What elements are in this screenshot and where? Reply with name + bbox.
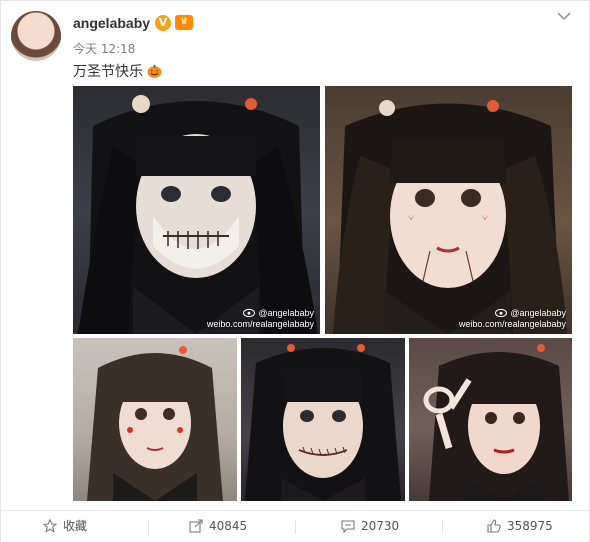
- photo-doll-makeup-image: [333, 100, 567, 334]
- watermark-handle: @angelababy: [258, 308, 314, 318]
- divider: [148, 520, 149, 534]
- watermark-url: weibo.com/realangelababy: [458, 319, 566, 329]
- favorite-label: 收藏: [63, 519, 88, 533]
- watermark-url: weibo.com/realangelababy: [206, 319, 314, 329]
- post-action-bar: 收藏 40845 20730 358975: [1, 510, 589, 542]
- username-link[interactable]: angelababy: [73, 15, 150, 31]
- photo-peace-sign-image: [423, 344, 569, 501]
- repost-button[interactable]: 40845: [189, 511, 247, 542]
- like-count: 358975: [507, 519, 553, 533]
- post-text: 万圣节快乐: [73, 61, 162, 81]
- comment-icon: [341, 520, 355, 533]
- chevron-down-icon[interactable]: [555, 9, 573, 23]
- star-icon: [43, 519, 57, 533]
- like-button[interactable]: 358975: [487, 511, 553, 542]
- divider: [442, 520, 443, 534]
- post-timestamp[interactable]: 今天 12:18: [73, 40, 135, 57]
- thumbs-up-icon: [487, 519, 501, 533]
- verified-v-icon[interactable]: V: [155, 15, 171, 31]
- weibo-logo-icon: [243, 308, 256, 317]
- watermark-handle: @angelababy: [510, 308, 566, 318]
- photo-skull-makeup[interactable]: @angelababy weibo.com/realangelababy: [73, 86, 320, 334]
- photo-grey-doll-image: [87, 346, 223, 501]
- photo-stitched-mouth-image: [245, 344, 401, 501]
- comment-button[interactable]: 20730: [341, 511, 399, 542]
- weibo-post-card: angelababy V ♛ 今天 12:18 万圣节快乐 @angelabab…: [0, 0, 590, 542]
- photo-skull-makeup-image: [78, 95, 318, 334]
- repost-count: 40845: [209, 519, 248, 533]
- favorite-button[interactable]: 收藏: [43, 511, 87, 542]
- photo-watermark: @angelababy weibo.com/realangelababy: [207, 308, 314, 330]
- repost-icon: [189, 519, 203, 533]
- member-rank-icon[interactable]: ♛: [175, 15, 193, 30]
- divider: [295, 520, 296, 534]
- post-text-content: 万圣节快乐: [73, 64, 143, 80]
- photo-watermark: @angelababy weibo.com/realangelababy: [459, 308, 566, 330]
- weibo-logo-icon: [495, 308, 508, 317]
- comment-count: 20730: [361, 519, 400, 533]
- pumpkin-emoji-icon: [147, 64, 162, 78]
- photo-peace-sign[interactable]: [409, 338, 572, 501]
- photo-doll-makeup[interactable]: @angelababy weibo.com/realangelababy: [325, 86, 572, 334]
- photo-grey-doll[interactable]: [73, 338, 237, 501]
- photo-stitched-mouth[interactable]: [241, 338, 405, 501]
- avatar[interactable]: [11, 11, 61, 61]
